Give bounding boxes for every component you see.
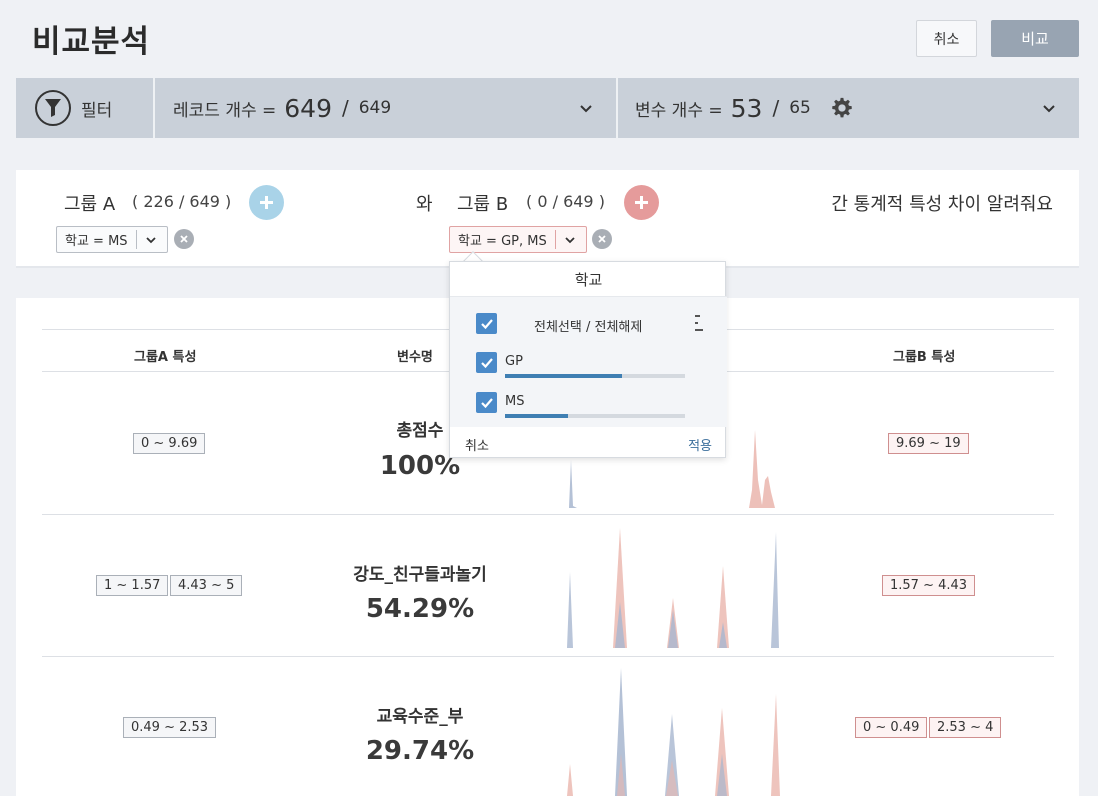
group-a-range-chip: 1 ~ 1.57 bbox=[96, 575, 169, 596]
dropdown-title: 학교 bbox=[450, 262, 727, 297]
cancel-button[interactable]: 취소 bbox=[916, 20, 977, 57]
variable-percentage: 29.74% bbox=[365, 736, 475, 766]
connector-text: 와 bbox=[416, 194, 433, 215]
group-b-range-chip: 9.69 ~ 19 bbox=[888, 433, 969, 454]
add-group-b-condition-button[interactable] bbox=[624, 185, 659, 220]
group-a-label: 그룹 A bbox=[64, 194, 116, 215]
chevron-down-icon[interactable] bbox=[556, 234, 584, 246]
page-title: 비교분석 bbox=[32, 24, 151, 60]
chevron-down-icon[interactable] bbox=[137, 234, 165, 246]
group-a-range-chip: 4.43 ~ 5 bbox=[170, 575, 243, 596]
record-count-label: 레코드 개수 = bbox=[173, 100, 277, 121]
dropdown-options: 전체선택 / 전체해제 GP MS bbox=[450, 297, 727, 427]
add-group-a-condition-button[interactable] bbox=[249, 185, 284, 220]
group-b-label: 그룹 B bbox=[457, 194, 509, 215]
group-panel: 그룹 A ( 226 / 649 ) 와 그룹 B ( 0 / 649 ) 간 … bbox=[16, 170, 1079, 268]
filter-toggle[interactable]: 필터 bbox=[35, 78, 112, 138]
group-b-range-chip: 1.57 ~ 4.43 bbox=[882, 575, 976, 596]
record-count-total: 649 bbox=[358, 98, 392, 118]
plus-icon bbox=[260, 196, 273, 209]
checkmark-icon bbox=[480, 357, 493, 368]
row-divider bbox=[42, 656, 1054, 657]
chip-label: 학교 = GP, MS bbox=[458, 234, 547, 249]
option-gp-checkbox[interactable] bbox=[476, 352, 497, 373]
checkmark-icon bbox=[480, 318, 493, 329]
variable-count-label: 변수 개수 = bbox=[635, 100, 723, 121]
group-a-filter-chip[interactable]: 학교 = MS bbox=[56, 226, 168, 253]
group-a-count: ( 226 / 649 ) bbox=[132, 192, 232, 211]
record-count-separator: / bbox=[341, 96, 349, 120]
dropdown-cancel-button[interactable]: 취소 bbox=[465, 435, 489, 454]
gear-icon[interactable] bbox=[831, 97, 853, 119]
dropdown-footer: 취소 적용 bbox=[450, 427, 727, 459]
dropdown-apply-button[interactable]: 적용 bbox=[688, 435, 712, 454]
checkmark-icon bbox=[480, 397, 493, 408]
select-all-checkbox[interactable] bbox=[476, 313, 497, 334]
funnel-icon bbox=[35, 90, 71, 126]
remove-group-a-filter-icon[interactable] bbox=[174, 229, 194, 249]
group-b-range-chip: 0 ~ 0.49 bbox=[855, 717, 928, 738]
group-a-range-chip: 0 ~ 9.69 bbox=[133, 433, 206, 454]
chevron-down-icon[interactable] bbox=[578, 100, 594, 116]
variable-count-separator: / bbox=[772, 96, 780, 120]
divider bbox=[153, 78, 155, 138]
option-ms-share-fill bbox=[505, 414, 568, 418]
variable-count-total: 65 bbox=[789, 98, 811, 118]
distribution-chart bbox=[567, 668, 780, 796]
group-b-range-chip: 2.53 ~ 4 bbox=[929, 717, 1002, 738]
variable-name: 강도_친구들과놀기 bbox=[353, 565, 487, 585]
comparison-description: 간 통계적 특성 차이 알려줘요 bbox=[831, 194, 1053, 215]
divider bbox=[616, 78, 618, 138]
filter-label: 필터 bbox=[81, 100, 113, 121]
variable-percentage: 54.29% bbox=[365, 594, 475, 624]
option-gp-share-bar bbox=[505, 374, 685, 378]
chip-label: 학교 = MS bbox=[65, 234, 128, 249]
row-divider bbox=[42, 514, 1054, 515]
column-header-group-b[interactable]: 그룹B 특성 bbox=[893, 346, 955, 365]
variable-count-value: 53 bbox=[730, 93, 763, 123]
option-gp-label[interactable]: GP bbox=[505, 354, 523, 369]
variable-count-section[interactable]: 변수 개수 = 53 / 65 bbox=[635, 78, 853, 138]
column-header-variable[interactable]: 변수명 bbox=[397, 346, 433, 365]
compare-button[interactable]: 비교 bbox=[991, 20, 1079, 57]
school-filter-dropdown: 학교 전체선택 / 전체해제 GP MS 취소 적용 bbox=[449, 261, 727, 459]
group-a-range-chip: 0.49 ~ 2.53 bbox=[123, 717, 217, 738]
record-count-section[interactable]: 레코드 개수 = 649 / 649 bbox=[173, 78, 391, 138]
option-ms-share-bar bbox=[505, 414, 685, 418]
group-b-filter-chip[interactable]: 학교 = GP, MS bbox=[449, 226, 587, 253]
sort-menu-icon[interactable] bbox=[694, 314, 704, 334]
option-gp-share-fill bbox=[505, 374, 622, 378]
plus-icon bbox=[635, 196, 648, 209]
distribution-chart bbox=[567, 528, 779, 648]
option-ms-checkbox[interactable] bbox=[476, 392, 497, 413]
chevron-down-icon[interactable] bbox=[1041, 100, 1057, 116]
option-ms-label[interactable]: MS bbox=[505, 394, 524, 409]
group-b-count: ( 0 / 649 ) bbox=[526, 192, 605, 211]
record-count-value: 649 bbox=[284, 93, 332, 123]
column-header-group-a[interactable]: 그룹A 특성 bbox=[134, 346, 196, 365]
select-all-label[interactable]: 전체선택 / 전체해제 bbox=[534, 316, 642, 335]
remove-group-b-filter-icon[interactable] bbox=[592, 229, 612, 249]
variable-name: 교육수준_부 bbox=[376, 707, 464, 727]
filter-bar: 필터 레코드 개수 = 649 / 649 변수 개수 = 53 / 65 bbox=[16, 78, 1079, 138]
